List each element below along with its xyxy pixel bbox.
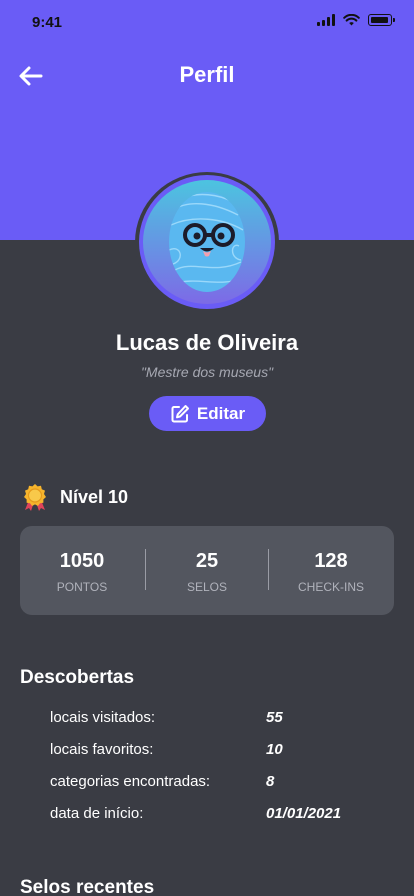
profile-name: Lucas de Oliveira (115, 330, 299, 355)
discovery-value: 55 (266, 709, 283, 726)
discovery-key: locais visitados: (50, 709, 156, 726)
discovery-key: categorias encontradas: (50, 773, 211, 790)
medal-icon (24, 484, 46, 511)
edit-profile-button[interactable]: Editar (149, 396, 266, 431)
stats-card: 1050 PONTOS 25 SELOS 128 CHECK-INS (20, 526, 394, 615)
stat-label: PONTOS (56, 580, 108, 594)
recent-badges-title: Selos recentes (20, 877, 155, 896)
stat-checkins: 128 CHECK-INS (269, 526, 393, 615)
discovery-row: locais visitados: 55 (50, 709, 370, 729)
stat-value: 1050 (59, 550, 105, 572)
page-title: Perfil (179, 62, 235, 87)
stat-value: 128 (314, 550, 348, 572)
stat-points: 1050 PONTOS (20, 526, 144, 615)
status-bar: 9:41 (0, 0, 414, 44)
discovery-value: 01/01/2021 (266, 805, 342, 822)
edit-button-label: Editar (196, 403, 246, 423)
fingerprint-character-icon (169, 192, 245, 292)
stat-value: 25 (195, 550, 219, 572)
level-label: Nível 10 (60, 486, 129, 507)
discovery-key: data de início: (50, 805, 144, 822)
battery-icon (368, 14, 395, 26)
discovery-row: categorias encontradas: 8 (50, 773, 370, 793)
signal-icon (317, 14, 335, 26)
wifi-icon (343, 14, 360, 26)
discoveries-title: Descobertas (20, 667, 135, 688)
discovery-key: locais favoritos: (50, 741, 154, 758)
edit-icon (171, 404, 189, 422)
profile-subtitle: "Mestre dos museus" (140, 364, 274, 380)
discovery-row: data de início: 01/01/2021 (50, 805, 370, 825)
stat-badges: 25 SELOS (145, 526, 269, 615)
status-icons (317, 14, 395, 26)
discovery-value: 10 (266, 741, 283, 758)
discovery-value: 8 (266, 773, 275, 790)
level-row: Nível 10 (20, 482, 128, 512)
discovery-row: locais favoritos: 10 (50, 741, 370, 761)
status-time: 9:41 (32, 14, 63, 31)
avatar[interactable] (143, 180, 271, 304)
stat-label: CHECK-INS (297, 580, 364, 594)
stat-label: SELOS (186, 580, 228, 594)
